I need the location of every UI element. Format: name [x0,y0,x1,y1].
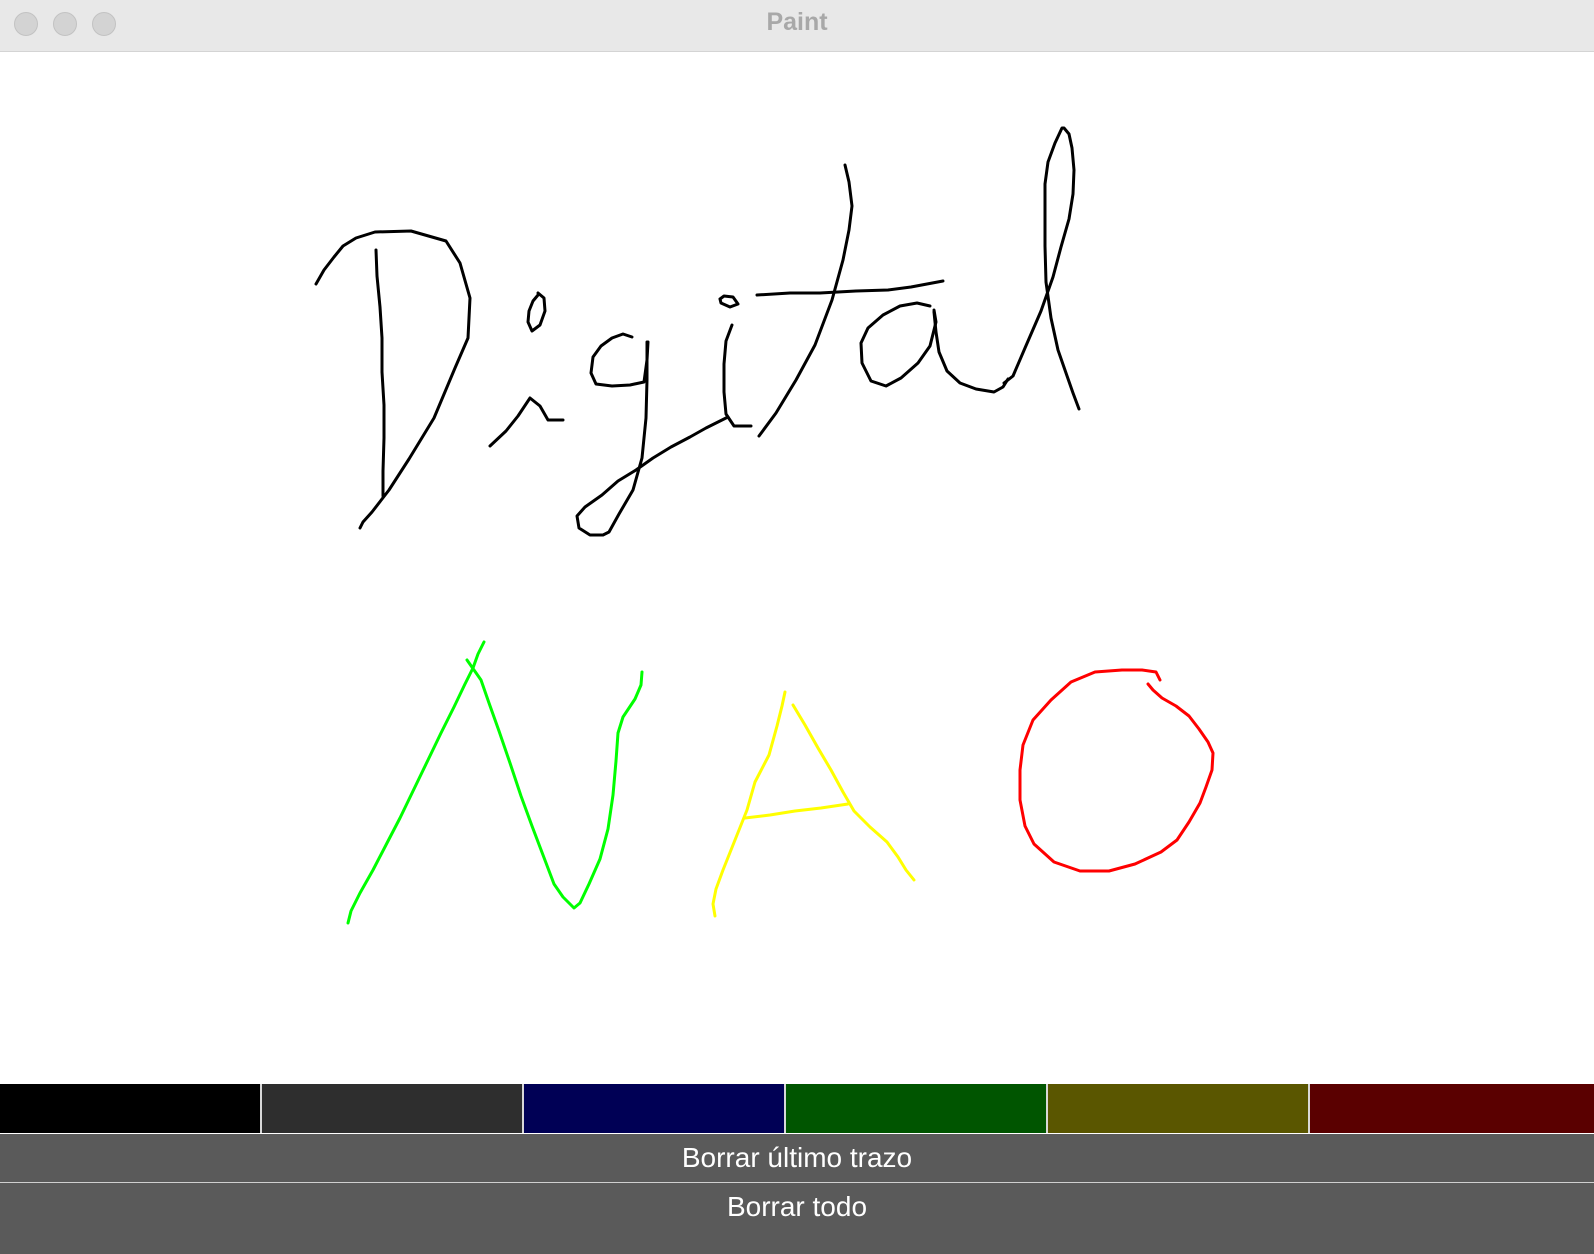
clear-all-button[interactable]: Borrar todo [0,1183,1594,1231]
stroke [1002,126,1081,411]
paint-window: Paint Borrar último trazo Borrar todo [0,0,1594,1254]
color-swatch-dark-red[interactable] [1310,1084,1594,1133]
stroke [526,291,547,333]
color-swatch-dark-green[interactable] [786,1084,1048,1133]
stroke-layer [314,126,1215,925]
stroke [743,802,850,820]
stroke [718,294,740,309]
stroke [488,396,565,448]
window-title: Paint [766,8,828,36]
stroke [346,640,486,925]
color-swatch-navy[interactable] [524,1084,786,1133]
bottom-edge [0,1231,1594,1254]
color-swatch-dark-gray[interactable] [262,1084,524,1133]
drawing-canvas[interactable] [0,52,1594,1084]
stroke [1018,668,1215,873]
stroke [314,229,472,530]
color-palette [0,1084,1594,1133]
stroke [859,301,938,388]
color-swatch-black[interactable] [0,1084,262,1133]
stroke [374,248,386,498]
stroke [932,310,1010,394]
stroke [755,279,945,297]
stroke [589,332,650,388]
stroke [791,703,916,882]
undo-last-stroke-button[interactable]: Borrar último trazo [0,1134,1594,1182]
stroke [711,690,787,918]
stroke [722,323,753,428]
stroke [575,340,730,537]
title-bar: Paint [0,0,1594,52]
stroke [465,658,644,910]
color-swatch-olive[interactable] [1048,1084,1310,1133]
stroke [757,163,854,438]
